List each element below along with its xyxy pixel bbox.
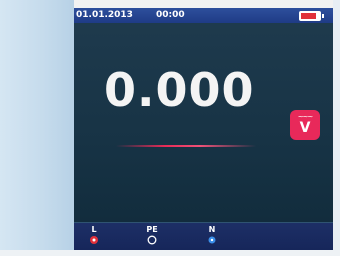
time-text: 00:00: [156, 10, 185, 20]
terminal-l-label: L: [91, 225, 97, 234]
bottom-bezel: [0, 250, 340, 256]
reading-underline: [116, 145, 256, 147]
terminal-l: L: [86, 225, 102, 245]
ring-icon: [147, 235, 157, 245]
battery-icon: [299, 11, 324, 21]
unit-label: V: [299, 120, 311, 136]
measurement-reading: 0.000: [104, 63, 255, 117]
terminal-bar: L PE N: [74, 223, 333, 250]
meter-screen: 01.01.2013 00:00 0.000 ~~~ V L PE N: [74, 8, 333, 250]
terminal-pe-label: PE: [146, 225, 158, 234]
blue-dot-icon: [208, 236, 216, 244]
left-bezel: [0, 0, 74, 256]
unit-select-button[interactable]: ~~~ V: [290, 110, 320, 140]
date-text: 01.01.2013: [76, 10, 133, 20]
status-bar: 01.01.2013 00:00: [74, 8, 333, 23]
terminal-pe: PE: [144, 225, 160, 245]
terminal-n-label: N: [208, 225, 216, 234]
battery-level-fill: [301, 13, 316, 19]
red-dot-icon: [90, 236, 98, 244]
terminal-n: N: [204, 225, 220, 245]
right-bezel: [333, 0, 340, 256]
